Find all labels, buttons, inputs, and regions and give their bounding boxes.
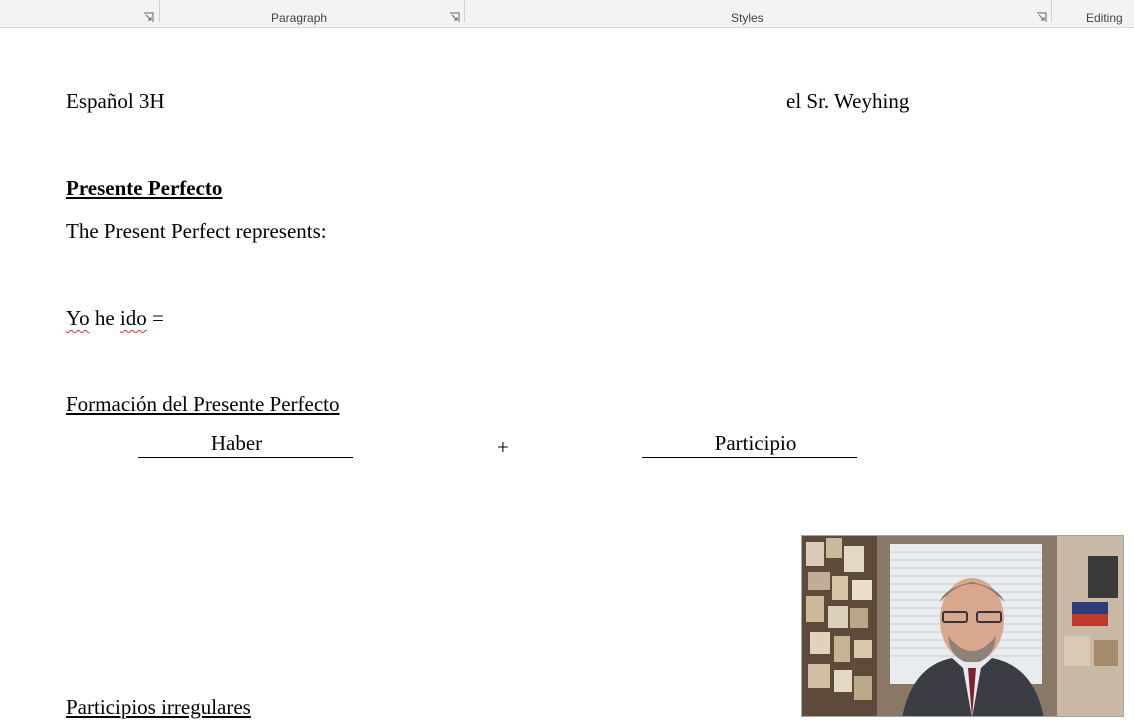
example-word-he: he [94, 306, 115, 330]
irregular-participles-heading: Participios irregulares [66, 695, 251, 719]
ribbon-separator [159, 0, 160, 22]
example-word-ido: ido [119, 306, 147, 330]
example-sentence: Yo he ido = [66, 306, 164, 330]
paragraph-group-label: Paragraph [271, 11, 328, 25]
example-word-yo: Yo [66, 306, 90, 330]
ribbon-separator [1051, 0, 1052, 22]
editing-group-label: Editing [1086, 11, 1123, 25]
document-title: Presente Perfecto [66, 176, 223, 200]
example-equals: = [152, 306, 164, 330]
class-name-text: Español 3H [66, 89, 165, 113]
participio-label: Participio [714, 431, 797, 455]
represents-line: The Present Perfect represents: [66, 219, 327, 243]
plus-sign: + [497, 435, 509, 459]
formation-heading: Formación del Presente Perfecto [66, 392, 340, 416]
webcam-video-overlay[interactable] [801, 535, 1124, 717]
haber-blank: Haber [138, 431, 353, 458]
paragraph-dialog-launcher-icon[interactable] [449, 12, 460, 23]
teacher-name-text: el Sr. Weyhing [786, 89, 910, 113]
haber-label: Haber [210, 431, 263, 455]
video-feed-icon [802, 536, 1123, 716]
participio-blank: Participio [642, 431, 857, 458]
ribbon-group-labels: Paragraph Styles Editing [0, 0, 1134, 28]
font-dialog-launcher-icon[interactable] [143, 12, 154, 23]
styles-dialog-launcher-icon[interactable] [1036, 12, 1047, 23]
styles-group-label: Styles [731, 11, 764, 25]
ribbon-separator [464, 0, 465, 22]
